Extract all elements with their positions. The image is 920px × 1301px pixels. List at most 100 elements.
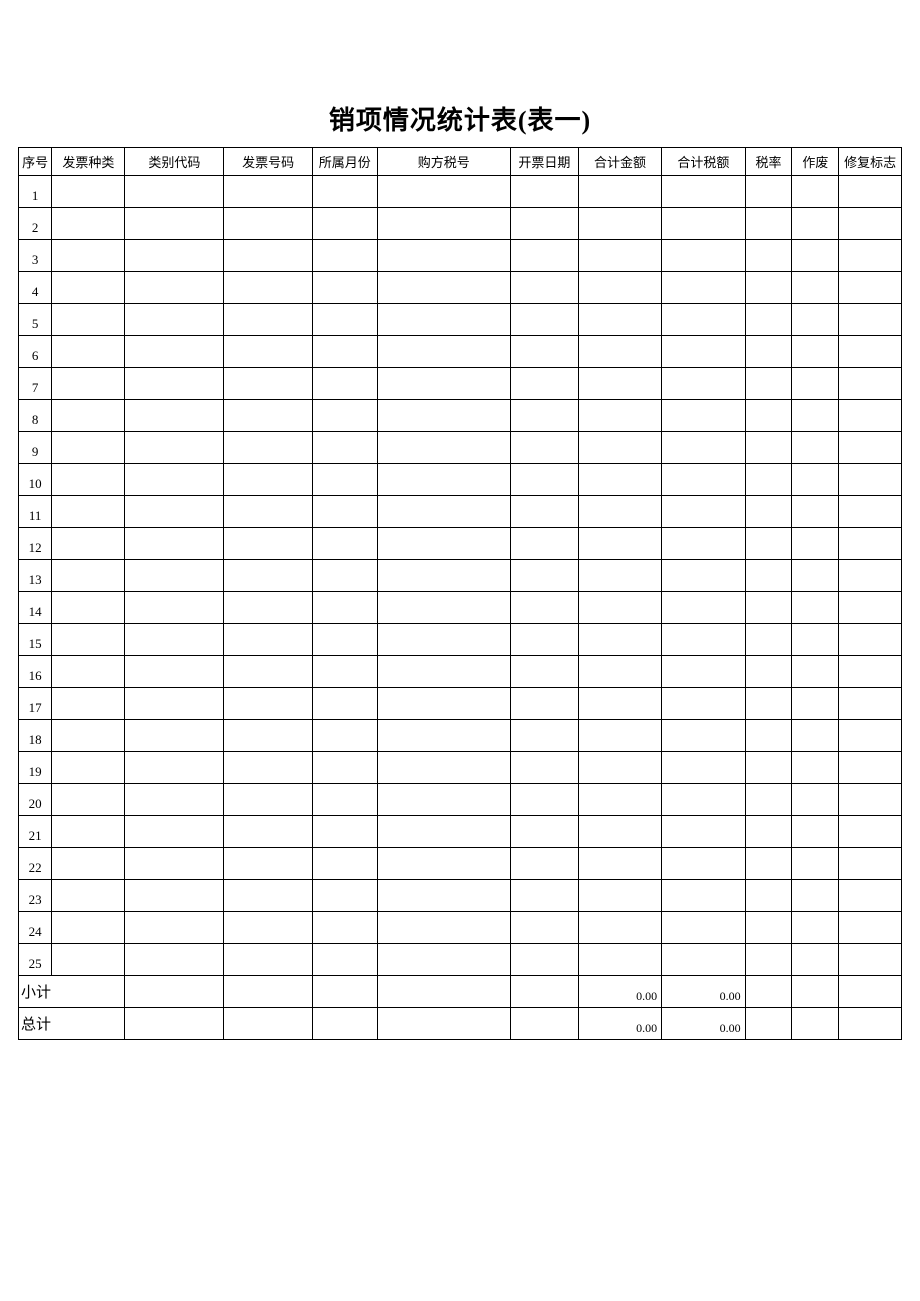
- data-cell: [839, 912, 902, 944]
- data-cell: [312, 880, 377, 912]
- data-cell: [792, 816, 839, 848]
- header-tax-rate: 税率: [745, 148, 792, 176]
- data-cell: [511, 784, 579, 816]
- row-seq: 6: [19, 336, 52, 368]
- data-cell: [125, 592, 224, 624]
- data-cell: [839, 816, 902, 848]
- data-cell: [662, 272, 745, 304]
- data-cell: [662, 752, 745, 784]
- data-cell: [839, 432, 902, 464]
- header-total-amount: 合计金额: [578, 148, 661, 176]
- data-cell: [578, 464, 661, 496]
- data-cell: [224, 624, 313, 656]
- data-cell: [839, 592, 902, 624]
- data-cell: [377, 912, 510, 944]
- data-cell: [377, 592, 510, 624]
- data-cell: [745, 880, 792, 912]
- data-cell: [578, 368, 661, 400]
- data-cell: [745, 208, 792, 240]
- data-cell: [578, 816, 661, 848]
- row-seq: 17: [19, 688, 52, 720]
- data-cell: [792, 496, 839, 528]
- data-cell: [745, 528, 792, 560]
- data-cell: [511, 336, 579, 368]
- data-cell: [224, 752, 313, 784]
- data-cell: [839, 496, 902, 528]
- grandtotal-label: 总计: [19, 1008, 125, 1040]
- data-cell: [312, 560, 377, 592]
- data-cell: [224, 944, 313, 976]
- data-cell: [792, 592, 839, 624]
- data-cell: [662, 688, 745, 720]
- data-cell: [745, 368, 792, 400]
- row-seq: 1: [19, 176, 52, 208]
- row-seq: 10: [19, 464, 52, 496]
- data-cell: [125, 624, 224, 656]
- header-voided: 作废: [792, 148, 839, 176]
- data-cell: [745, 560, 792, 592]
- data-cell: [52, 912, 125, 944]
- data-cell: [839, 368, 902, 400]
- data-cell: [745, 624, 792, 656]
- data-cell: [312, 176, 377, 208]
- data-cell: [125, 528, 224, 560]
- data-cell: [839, 464, 902, 496]
- table-row: 5: [19, 304, 902, 336]
- data-cell: [224, 336, 313, 368]
- data-cell: [125, 720, 224, 752]
- data-cell: [125, 464, 224, 496]
- data-cell: [511, 656, 579, 688]
- data-cell: [792, 528, 839, 560]
- data-cell: [52, 784, 125, 816]
- data-cell: [792, 240, 839, 272]
- row-seq: 19: [19, 752, 52, 784]
- data-cell: [792, 560, 839, 592]
- data-cell: [578, 592, 661, 624]
- data-cell: [312, 656, 377, 688]
- subtotal-label: 小计: [19, 976, 125, 1008]
- data-cell: [578, 912, 661, 944]
- data-cell: [377, 720, 510, 752]
- data-cell: [662, 208, 745, 240]
- data-cell: [52, 720, 125, 752]
- data-cell: [662, 848, 745, 880]
- data-cell: [839, 656, 902, 688]
- row-seq: 11: [19, 496, 52, 528]
- grandtotal-cell: [839, 1008, 902, 1040]
- header-seq: 序号: [19, 148, 52, 176]
- data-cell: [511, 176, 579, 208]
- data-cell: [377, 176, 510, 208]
- data-cell: [224, 432, 313, 464]
- data-cell: [511, 848, 579, 880]
- data-cell: [125, 944, 224, 976]
- data-cell: [224, 848, 313, 880]
- data-cell: [511, 272, 579, 304]
- data-cell: [578, 304, 661, 336]
- header-buyer-tax-id: 购方税号: [377, 148, 510, 176]
- data-cell: [125, 784, 224, 816]
- data-cell: [511, 816, 579, 848]
- data-cell: [839, 208, 902, 240]
- row-seq: 5: [19, 304, 52, 336]
- data-cell: [662, 336, 745, 368]
- table-row: 17: [19, 688, 902, 720]
- data-cell: [792, 400, 839, 432]
- data-cell: [52, 400, 125, 432]
- data-cell: [52, 528, 125, 560]
- data-cell: [125, 208, 224, 240]
- data-cell: [662, 240, 745, 272]
- data-cell: [312, 208, 377, 240]
- data-cell: [839, 240, 902, 272]
- data-cell: [511, 432, 579, 464]
- row-seq: 12: [19, 528, 52, 560]
- data-cell: [52, 464, 125, 496]
- data-cell: [578, 496, 661, 528]
- data-cell: [52, 592, 125, 624]
- data-cell: [792, 880, 839, 912]
- data-cell: [792, 784, 839, 816]
- data-cell: [839, 624, 902, 656]
- table-row: 15: [19, 624, 902, 656]
- table-row: 4: [19, 272, 902, 304]
- data-cell: [839, 528, 902, 560]
- data-cell: [745, 752, 792, 784]
